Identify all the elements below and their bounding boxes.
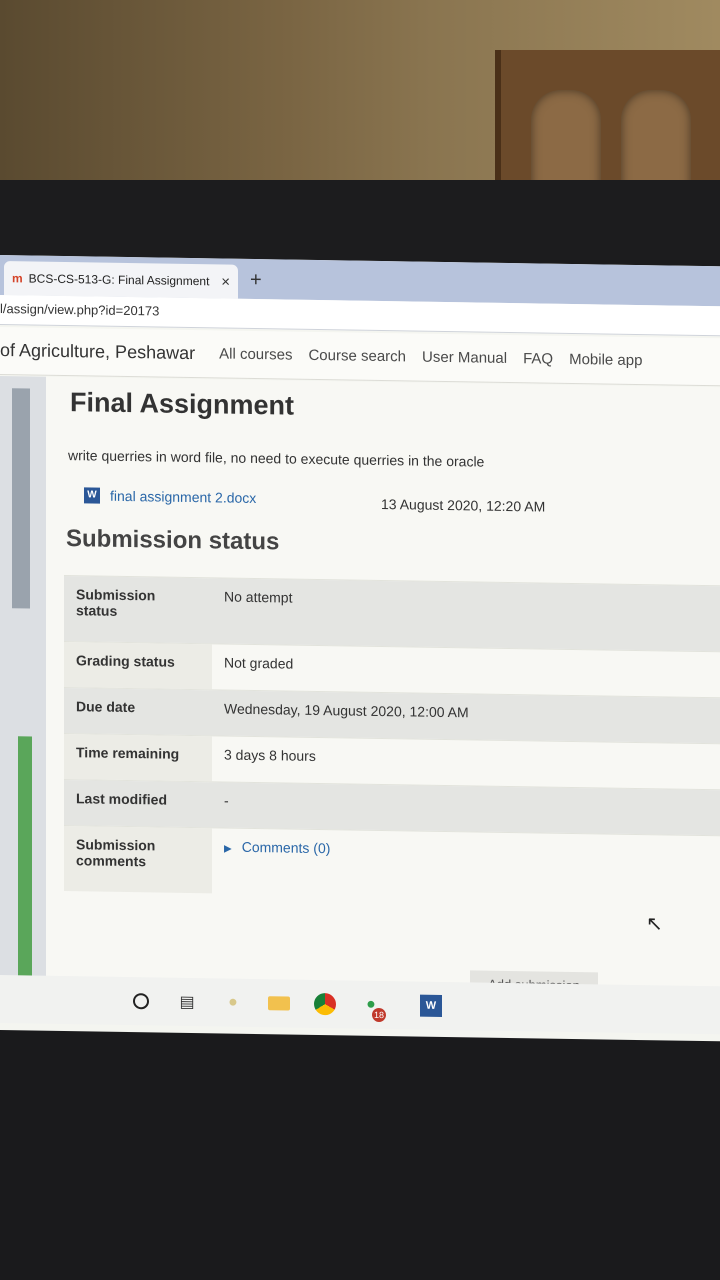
nav-link-course-search[interactable]: Course search [308,347,406,366]
moodle-favicon-icon: m [12,271,23,286]
row-value: No attempt [212,578,720,652]
nav-link-mobile-app[interactable]: Mobile app [569,351,642,369]
attachment-date: 13 August 2020, 12:20 AM [381,495,546,515]
row-value: 3 days 8 hours [224,746,316,764]
attachment-link[interactable]: W final assignment 2.docx [84,487,256,506]
row-label: Submission comments [64,826,212,894]
submission-status-heading: Submission status [66,525,280,556]
nav-link-user-manual[interactable]: User Manual [422,349,507,367]
row-label: Due date [64,688,212,736]
close-tab-icon[interactable]: × [221,273,230,290]
file-explorer-icon[interactable] [268,996,290,1011]
mouse-pointer-icon: ↖ [646,913,663,936]
laptop-bezel [0,180,720,260]
word-document-icon: W [84,487,100,504]
row-label: Grading status [64,642,212,690]
row-value: Not graded [224,654,294,672]
chrome-icon[interactable] [314,992,336,1016]
browser-tab[interactable]: m BCS-CS-513-G: Final Assignment × [4,261,238,299]
expand-triangle-icon: ▶ [224,843,232,855]
attachment-name[interactable]: final assignment 2.docx [110,488,256,506]
tab-title: BCS-CS-513-G: Final Assignment [28,271,210,289]
laptop-screen: m BCS-CS-513-G: Final Assignment × + l/a… [0,255,720,1042]
page-title: Final Assignment [70,387,295,421]
row-value: - [212,782,720,836]
submission-status-table: Submission status No attempt Grading sta… [64,575,720,902]
side-strip [18,736,32,977]
row-label: Last modified [64,780,212,828]
notification-badge: 18 [372,1007,386,1023]
nav-link-all-courses[interactable]: All courses [219,345,292,363]
word-icon[interactable]: W [420,994,442,1017]
row-label: Time remaining [64,734,212,782]
nav-link-faq[interactable]: FAQ [523,350,553,367]
row-label: Submission status [64,576,212,644]
left-scrollbar[interactable] [0,376,46,977]
windows-taskbar: ▤ ● ● 18 W [0,975,720,1035]
scrollbar-thumb[interactable] [12,388,30,609]
table-row: Submission status No attempt [64,575,720,652]
room-background [0,0,720,220]
row-value: Wednesday, 19 August 2020, 12:00 AM [212,690,720,744]
site-brand[interactable]: of Agriculture, Peshawar [0,340,195,364]
search-icon[interactable] [130,990,152,1012]
comments-link[interactable]: ▶ Comments (0) [224,839,331,856]
main-content: Final Assignment write querries in word … [46,376,720,988]
app-icon[interactable]: ● [222,991,244,1013]
row-value: ▶ Comments (0) [212,828,720,901]
task-view-icon[interactable]: ▤ [176,991,198,1013]
assignment-description: write querries in word file, no need to … [68,447,485,470]
new-tab-button[interactable]: + [250,269,262,292]
table-row: Submission comments ▶ Comments (0) [64,825,720,902]
comments-link-label[interactable]: Comments (0) [242,839,331,856]
